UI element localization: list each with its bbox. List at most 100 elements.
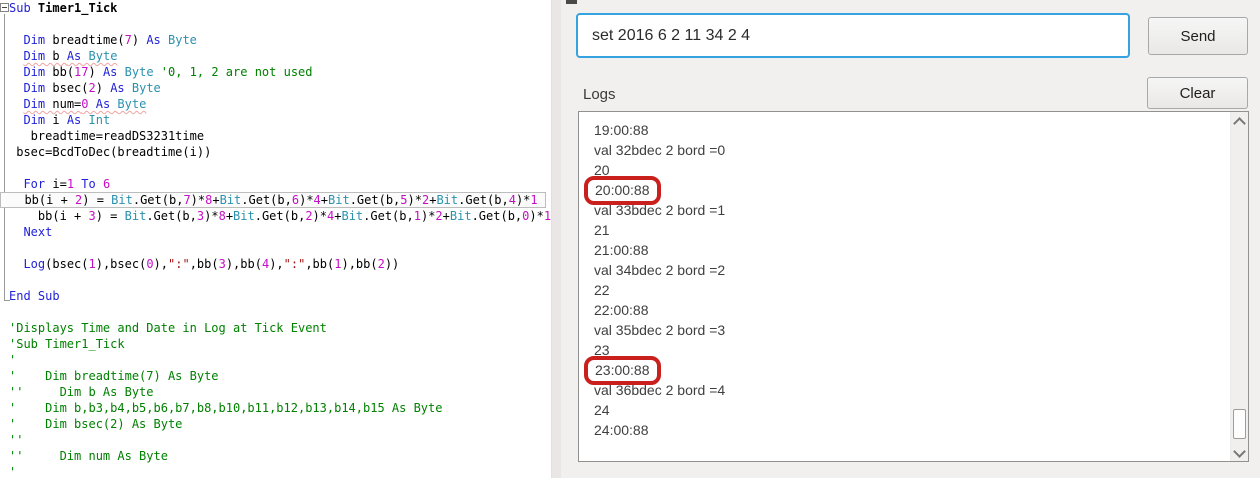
code-token: breadtime=readDS3231time	[9, 129, 205, 143]
code-line[interactable]: Dim b As Byte	[0, 48, 551, 64]
code-token: 2	[377, 257, 385, 271]
code-line[interactable]: '' Dim b As Byte	[0, 384, 551, 400]
code-line[interactable]: ' Dim bsec(2) As Byte	[0, 416, 551, 432]
command-input[interactable]	[576, 13, 1130, 58]
code-token: Dim	[23, 81, 46, 95]
code-line[interactable]: '	[0, 352, 551, 368]
code-token: 4	[313, 193, 321, 207]
log-line: val 35bdec 2 bord =3	[594, 322, 726, 338]
code-lines: Sub Timer1_Tick Dim breadtime(7) As Byte…	[0, 0, 551, 478]
code-token: As	[146, 33, 161, 47]
code-line[interactable]: ' Dim breadtime(7) As Byte	[0, 368, 551, 384]
code-line[interactable]: Dim num=0 As Byte	[0, 96, 551, 112]
code-line[interactable]: bb(i + 3) = Bit.Get(b,3)*8+Bit.Get(b,2)*…	[0, 208, 551, 224]
code-token: )*	[312, 209, 327, 223]
code-token: (bsec(	[45, 257, 89, 271]
code-editor-panel[interactable]: Sub Timer1_Tick Dim breadtime(7) As Byte…	[0, 0, 551, 478]
code-token: 6	[291, 193, 300, 207]
code-line[interactable]: For i=1 To 6	[0, 176, 551, 192]
code-token: 1	[88, 257, 96, 271]
code-token: i	[45, 113, 67, 127]
code-token: bsec=BcdToDec(breadtime(i))	[9, 145, 212, 159]
code-token: ' Dim breadtime(7) As Byte	[9, 369, 219, 383]
code-line[interactable]	[0, 16, 551, 32]
code-line[interactable]: bsec=BcdToDec(breadtime(i))	[0, 144, 551, 160]
code-line[interactable]: breadtime=readDS3231time	[0, 128, 551, 144]
code-line[interactable]: End Sub	[0, 288, 551, 304]
code-line[interactable]: Dim breadtime(7) As Byte	[0, 32, 551, 48]
code-token: .Get(b,	[458, 193, 509, 207]
code-token: 8	[218, 209, 226, 223]
log-line: 19:00:88	[594, 122, 649, 138]
code-line[interactable]: Dim i As Int	[0, 112, 551, 128]
code-token: Next	[23, 225, 53, 239]
code-line[interactable]: '' Dim num As Byte	[0, 448, 551, 464]
code-line[interactable]: '	[0, 464, 551, 478]
code-token: ,bb(	[189, 257, 219, 271]
code-token: Byte	[131, 81, 161, 95]
scrollbar-thumb[interactable]	[1233, 409, 1246, 439]
code-line[interactable]: 'Displays Time and Date in Log at Tick E…	[0, 320, 551, 336]
code-token: .Get(b,	[349, 193, 401, 207]
code-token: ":"	[168, 257, 190, 271]
code-token: '	[9, 465, 17, 478]
code-token: +	[320, 193, 329, 207]
code-token: .Get(b,	[363, 209, 414, 223]
scrollbar-down-icon[interactable]	[1233, 445, 1246, 458]
scrollbar-up-icon[interactable]	[1233, 117, 1246, 130]
code-token: bb(	[45, 65, 75, 79]
code-line-current[interactable]: bb(i + 2) = Bit.Get(b,7)*8+Bit.Get(b,6)*…	[0, 192, 546, 208]
code-line[interactable]: Log(bsec(1),bsec(0),":",bb(3),bb(4),":",…	[0, 256, 551, 272]
code-token: .Get(b,	[241, 193, 292, 207]
code-token: +	[225, 209, 234, 223]
code-token: Bit	[436, 193, 459, 207]
code-token: 0	[146, 257, 154, 271]
code-token: As	[66, 49, 82, 63]
code-token: )	[95, 81, 111, 95]
log-line: val 34bdec 2 bord =2	[594, 262, 726, 278]
code-token: Dim	[23, 97, 46, 111]
code-line[interactable]	[0, 272, 551, 288]
code-line[interactable]: Dim bb(17) As Byte '0, 1, 2 are not used	[0, 64, 551, 80]
log-scrollbar[interactable]	[1230, 112, 1248, 461]
code-token: 4	[508, 193, 516, 207]
code-line[interactable]	[0, 160, 551, 176]
logs-label: Logs	[583, 86, 616, 103]
code-token: Dim	[23, 49, 46, 63]
code-token: 5	[400, 193, 408, 207]
code-token: Bit	[328, 193, 350, 207]
clear-button[interactable]: Clear	[1147, 77, 1248, 109]
log-panel: Send Clear Logs 19:00:88 val 32bdec 2 bor…	[561, 0, 1260, 478]
log-output-box[interactable]: 19:00:88 val 32bdec 2 bord =0 20 20:00:88 va…	[578, 111, 1249, 462]
code-token: .Get(b,	[146, 209, 197, 223]
code-token: breadtime(	[45, 33, 125, 47]
code-line[interactable]: 'Sub Timer1_Tick	[0, 336, 551, 352]
code-line[interactable]: Dim bsec(2) As Byte	[0, 80, 551, 96]
send-button[interactable]: Send	[1148, 17, 1248, 55]
code-line[interactable]	[0, 240, 551, 256]
code-line[interactable]: Next	[0, 224, 551, 240]
code-token: .Get(b,	[132, 193, 184, 207]
code-line[interactable]: Sub Timer1_Tick	[0, 0, 551, 16]
code-token: )*	[529, 209, 544, 223]
code-line[interactable]	[0, 304, 551, 320]
code-token: Bit	[124, 209, 147, 223]
code-token: 1	[543, 209, 551, 223]
code-line[interactable]: ' Dim b,b3,b4,b5,b6,b7,b8,b10,b11,b12,b1…	[0, 400, 551, 416]
code-token: num=	[45, 97, 82, 111]
code-token: ),	[153, 257, 168, 271]
code-token: i=	[45, 177, 67, 191]
log-line: 23:00:88	[584, 356, 1226, 385]
code-token: b	[45, 49, 67, 63]
code-token: 6	[102, 177, 111, 191]
code-line[interactable]: ''	[0, 432, 551, 448]
